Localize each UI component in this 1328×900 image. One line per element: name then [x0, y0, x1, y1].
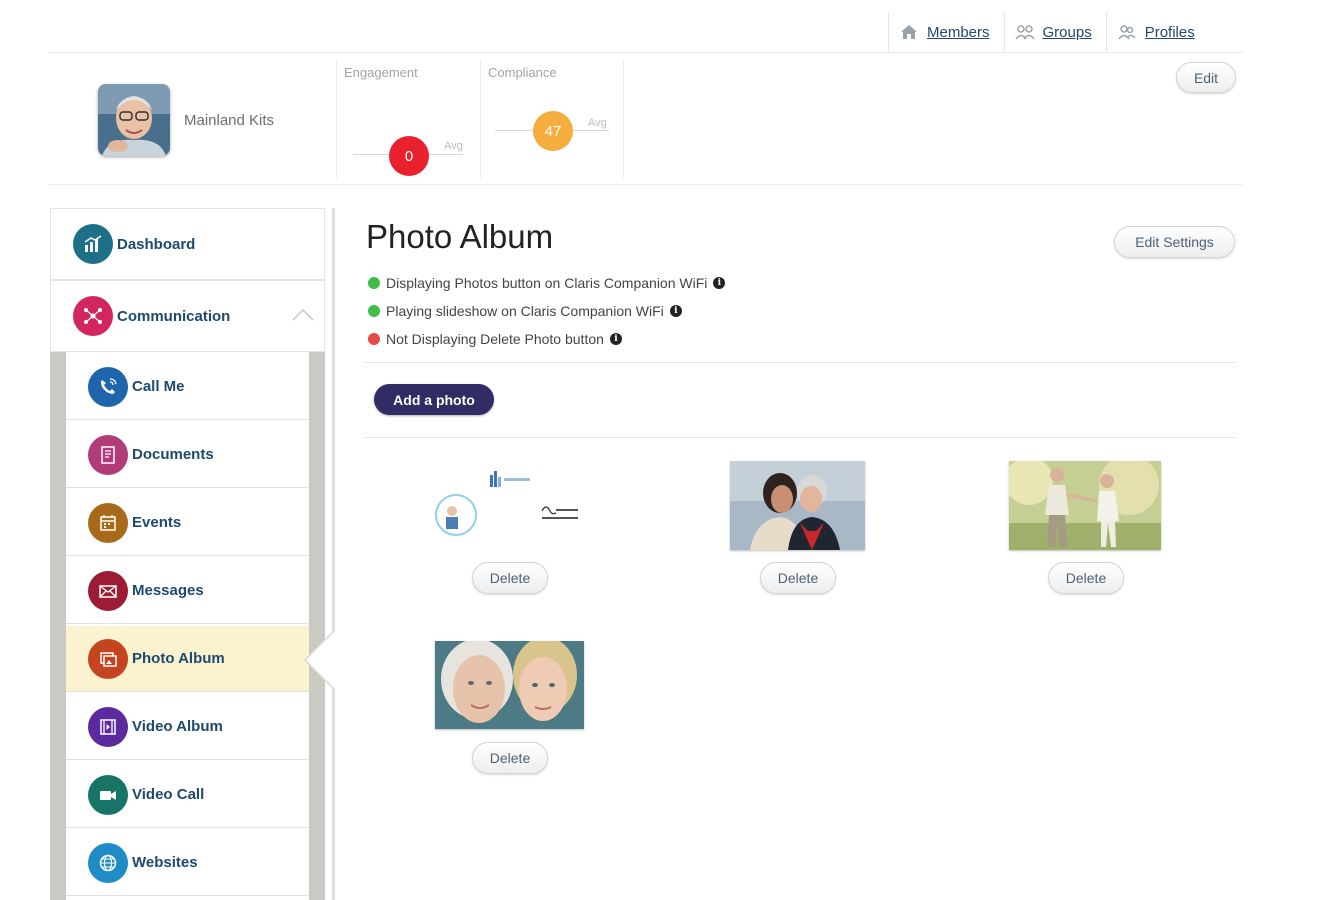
- page-title: Photo Album: [366, 218, 554, 255]
- status-dot-green: [368, 305, 380, 317]
- sidebar-item-documents[interactable]: Documents: [66, 422, 309, 488]
- nav-profiles[interactable]: Profiles: [1105, 12, 1209, 52]
- active-pointer: [306, 630, 336, 690]
- film-icon: [88, 706, 128, 747]
- sidebar-item-websites[interactable]: Websites: [66, 830, 309, 896]
- info-icon[interactable]: i: [609, 333, 622, 345]
- compliance-avg-label: Avg: [588, 117, 607, 129]
- home-icon: [901, 25, 917, 39]
- sidebar-item-label: Communication: [117, 307, 231, 325]
- envelope-icon: [88, 570, 128, 611]
- status-line: Displaying Photos button on Claris Compa…: [368, 275, 726, 291]
- delete-photo-button[interactable]: Delete: [760, 562, 836, 594]
- engagement-metric: Engagement Avg 0: [336, 60, 480, 178]
- compliance-metric: Compliance Avg 47: [480, 60, 624, 178]
- edit-settings-button[interactable]: Edit Settings: [1114, 226, 1235, 258]
- sidebar-item-events[interactable]: Events: [66, 490, 309, 556]
- info-icon[interactable]: i: [713, 277, 726, 289]
- sidebar-item-label: Photo Album: [132, 650, 225, 667]
- delete-photo-button[interactable]: Delete: [472, 742, 548, 774]
- status-line: Playing slideshow on Claris Companion Wi…: [368, 303, 682, 319]
- nav-groups-label[interactable]: Groups: [1043, 24, 1092, 41]
- photo-icon: [88, 638, 128, 679]
- engagement-avg-label: Avg: [444, 140, 463, 152]
- nav-members[interactable]: Members: [888, 12, 1004, 52]
- nav-members-label[interactable]: Members: [927, 24, 990, 41]
- photo-thumbnail[interactable]: [435, 641, 584, 729]
- sidebar-item-label: Dashboard: [117, 235, 196, 253]
- nav-groups[interactable]: Groups: [1003, 12, 1106, 52]
- sidebar-item-label: Events: [132, 514, 182, 531]
- profiles-icon: [1118, 25, 1136, 40]
- sidebar-item-messages[interactable]: Messages: [66, 558, 309, 624]
- status-text: Playing slideshow on Claris Companion Wi…: [386, 303, 664, 319]
- sidebar-item-label: Messages: [132, 582, 204, 599]
- status-text: Not Displaying Delete Photo button: [386, 331, 604, 347]
- engagement-score: 0: [389, 136, 429, 176]
- phone-icon: [88, 366, 128, 407]
- sidebar-item-video-call[interactable]: Video Call: [66, 762, 309, 828]
- info-icon[interactable]: i: [669, 305, 682, 317]
- sidebar-item-label: Websites: [132, 854, 198, 871]
- compliance-score: 47: [533, 111, 573, 151]
- top-navigation: Members Groups Profiles: [888, 12, 1209, 52]
- sidebar-item-photo-album[interactable]: Photo Album: [66, 626, 309, 692]
- top-divider: [48, 52, 1243, 53]
- photo-thumbnail[interactable]: [1009, 461, 1161, 550]
- add-photo-button[interactable]: Add a photo: [374, 384, 494, 415]
- communication-icon: [73, 296, 113, 336]
- sidebar-item-call-me[interactable]: Call Me: [66, 354, 309, 420]
- sidebar-item-communication[interactable]: Communication: [50, 280, 325, 352]
- sidebar: Dashboard Communication Call Me Document…: [50, 208, 325, 900]
- header-divider: [48, 184, 1243, 185]
- edit-member-button[interactable]: Edit: [1176, 62, 1236, 93]
- member-name: Mainland Kits: [184, 112, 275, 129]
- sidebar-item-label: Documents: [132, 446, 214, 463]
- calendar-icon: [88, 502, 128, 543]
- sidebar-item-label: Call Me: [132, 378, 185, 395]
- section-divider: [364, 437, 1236, 438]
- delete-photo-button[interactable]: Delete: [472, 562, 548, 594]
- groups-icon: [1014, 25, 1035, 40]
- delete-photo-button[interactable]: Delete: [1048, 562, 1124, 594]
- sidebar-item-dashboard[interactable]: Dashboard: [50, 208, 325, 280]
- status-dot-red: [368, 333, 380, 345]
- documents-icon: [88, 434, 128, 475]
- compliance-label: Compliance: [488, 65, 557, 80]
- video-camera-icon: [88, 774, 128, 815]
- chevron-up-icon[interactable]: [292, 309, 314, 321]
- dashboard-icon: [73, 224, 113, 264]
- status-line: Not Displaying Delete Photo button i: [368, 331, 622, 347]
- engagement-label: Engagement: [344, 65, 418, 80]
- photo-thumbnail[interactable]: [730, 461, 865, 550]
- sidebar-item-label: Video Album: [132, 718, 223, 735]
- photo-thumbnail[interactable]: [430, 463, 586, 543]
- sidebar-item-video-album[interactable]: Video Album: [66, 694, 309, 760]
- globe-icon: [88, 842, 128, 883]
- section-divider: [364, 362, 1236, 363]
- status-text: Displaying Photos button on Claris Compa…: [386, 275, 708, 291]
- content-divider: [332, 208, 335, 900]
- sidebar-item-label: Video Call: [132, 786, 205, 803]
- status-dot-green: [368, 277, 380, 289]
- avatar[interactable]: [98, 84, 170, 156]
- nav-profiles-label[interactable]: Profiles: [1145, 24, 1195, 41]
